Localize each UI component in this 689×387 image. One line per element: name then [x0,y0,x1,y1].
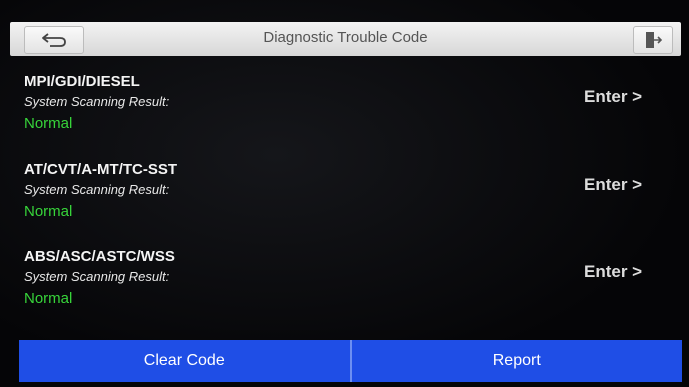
system-name: AT/CVT/A-MT/TC-SST [24,161,178,178]
title-bar: Diagnostic Trouble Code [10,22,681,56]
scan-status: Normal [24,115,73,132]
enter-button[interactable]: Enter > [584,262,642,282]
scan-status: Normal [24,203,73,220]
scan-result-label: System Scanning Result: [24,94,170,109]
exit-icon [646,32,663,48]
action-bar: Clear Code Report [19,340,682,382]
report-button[interactable]: Report [352,340,683,382]
scan-screen: Diagnostic Trouble Code MPI/GDI/DIESEL S… [0,0,689,387]
system-name: ABS/ASC/ASTC/WSS [24,248,175,265]
scan-status: Normal [24,290,73,307]
page-title: Diagnostic Trouble Code [263,29,428,46]
exit-button[interactable] [633,26,673,54]
system-name: MPI/GDI/DIESEL [24,73,140,90]
scan-result-label: System Scanning Result: [24,182,170,197]
clear-code-button[interactable]: Clear Code [19,340,350,382]
enter-button[interactable]: Enter > [584,87,642,107]
enter-button[interactable]: Enter > [584,175,642,195]
scan-result-label: System Scanning Result: [24,269,170,284]
